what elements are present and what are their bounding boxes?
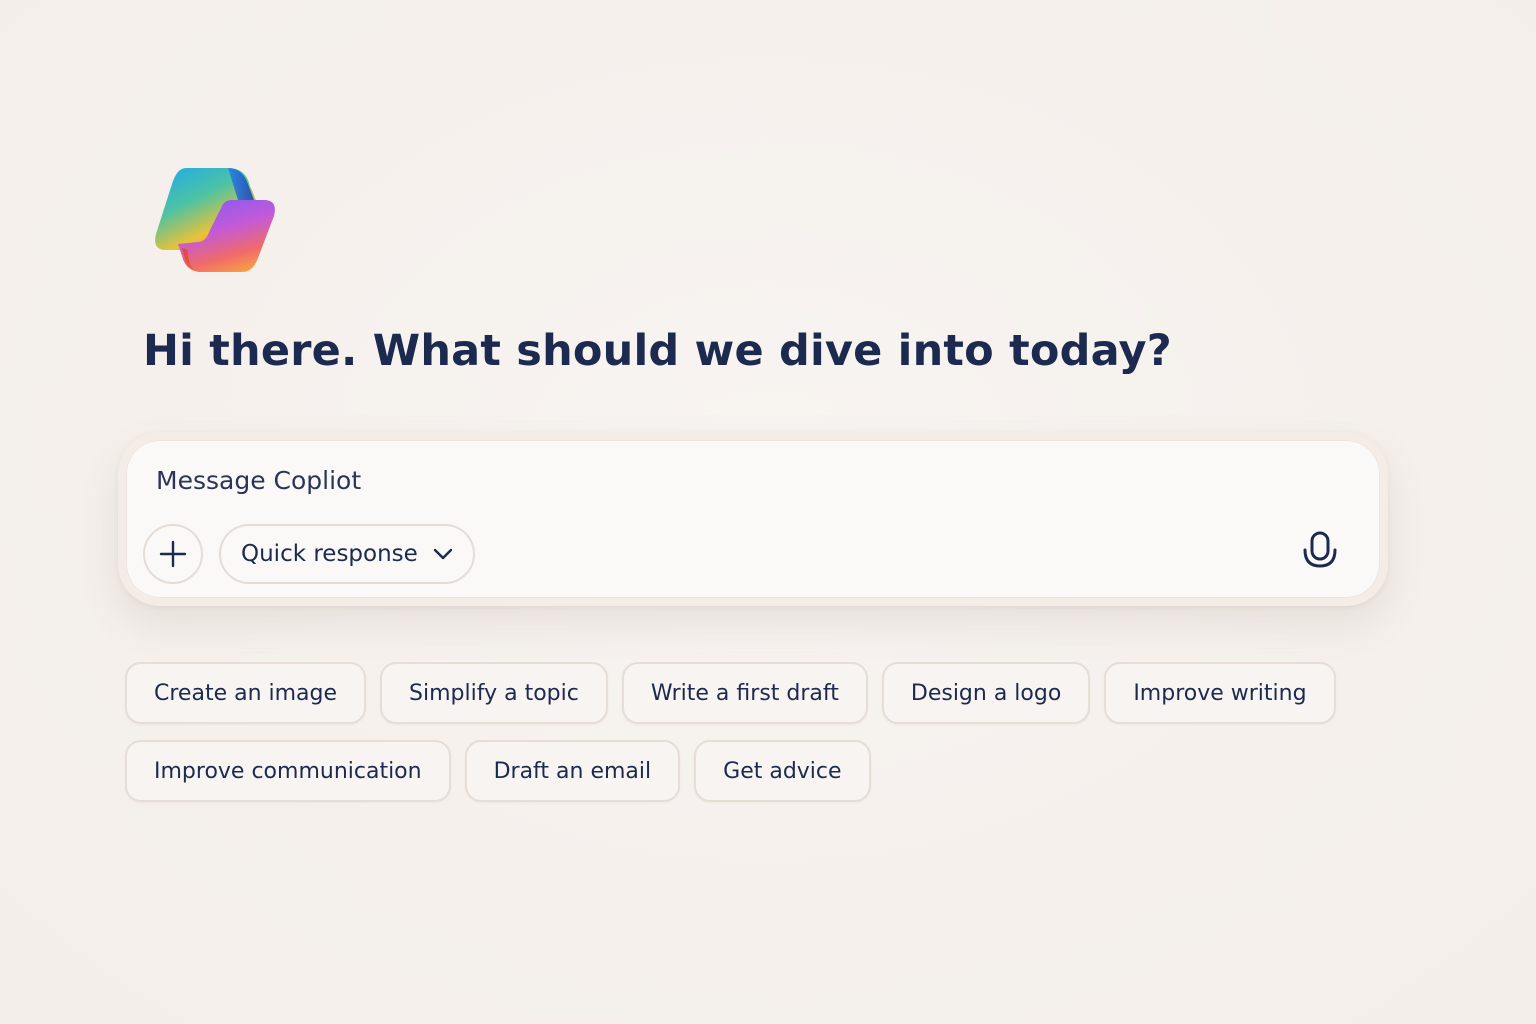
plus-icon — [159, 540, 187, 568]
suggestion-write-first-draft[interactable]: Write a first draft — [621, 662, 868, 724]
suggestion-row: Improve communication Draft an email Get… — [125, 740, 1365, 802]
add-attachment-button[interactable] — [143, 524, 203, 584]
suggestion-design-logo[interactable]: Design a logo — [881, 662, 1091, 724]
message-composer: Quick response — [118, 432, 1388, 606]
copilot-logo — [155, 168, 275, 272]
page-title: Hi there. What should we dive into today… — [143, 326, 1172, 376]
suggestion-chips: Create an image Simplify a topic Write a… — [125, 662, 1365, 818]
response-mode-label: Quick response — [241, 541, 418, 567]
voice-input-button[interactable] — [1294, 526, 1346, 578]
message-input[interactable] — [156, 466, 1256, 495]
copilot-home: Hi there. What should we dive into today… — [0, 0, 1536, 1024]
suggestion-simplify-topic[interactable]: Simplify a topic — [380, 662, 608, 724]
suggestion-improve-writing[interactable]: Improve writing — [1104, 662, 1336, 724]
chevron-down-icon — [433, 548, 453, 560]
suggestion-row: Create an image Simplify a topic Write a… — [125, 662, 1365, 724]
suggestion-improve-communication[interactable]: Improve communication — [125, 740, 451, 802]
response-mode-dropdown[interactable]: Quick response — [219, 524, 475, 584]
microphone-icon — [1303, 531, 1337, 568]
suggestion-create-image[interactable]: Create an image — [125, 662, 367, 724]
suggestion-draft-email[interactable]: Draft an email — [464, 740, 681, 802]
suggestion-get-advice[interactable]: Get advice — [694, 740, 871, 802]
